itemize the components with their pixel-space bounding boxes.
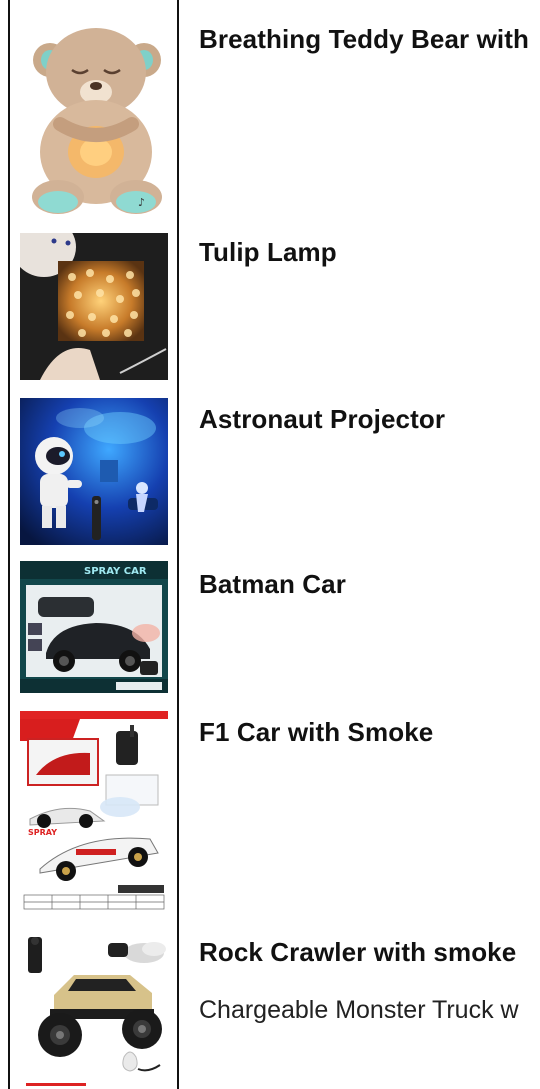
product-row[interactable]: Astronaut Projector xyxy=(0,390,540,555)
f1-car-illustration: SPRAY xyxy=(20,711,168,911)
product-row[interactable]: ♪ Breathing Teddy Bear with xyxy=(0,0,540,225)
product-list-page: ♪ Breathing Teddy Bear with Tulip Lamp A… xyxy=(0,0,540,1089)
product-title[interactable]: Rock Crawler with smoke xyxy=(199,937,516,968)
svg-text:♪: ♪ xyxy=(138,196,145,209)
product-title[interactable]: Batman Car xyxy=(199,569,346,600)
batman-car-illustration: SPRAY CAR xyxy=(20,561,168,693)
spray-car-label: SPRAY CAR xyxy=(84,566,147,577)
product-title[interactable]: F1 Car with Smoke xyxy=(199,717,433,748)
product-title[interactable]: Astronaut Projector xyxy=(199,404,445,435)
teddy-bear-product-image[interactable]: ♪ xyxy=(20,12,168,217)
teddy-bear-illustration: ♪ xyxy=(20,12,168,217)
product-row[interactable]: Rock Crawler with smoke Chargeable Monst… xyxy=(0,925,540,1089)
spray-label: SPRAY xyxy=(28,828,57,837)
product-row[interactable]: Tulip Lamp xyxy=(0,225,540,390)
batman-car-product-image[interactable]: SPRAY CAR xyxy=(20,561,168,693)
tulip-lamp-product-image[interactable] xyxy=(20,233,168,380)
rock-crawler-product-image[interactable] xyxy=(20,933,168,1089)
product-row[interactable]: SPRAY F1 Car with Smoke xyxy=(0,705,540,925)
product-description: Chargeable Monster Truck w xyxy=(199,996,519,1024)
f1-car-product-image[interactable]: SPRAY xyxy=(20,711,168,911)
product-row[interactable]: SPRAY CAR Batman Car xyxy=(0,555,540,705)
astronaut-projector-product-image[interactable] xyxy=(20,398,168,545)
product-title[interactable]: Breathing Teddy Bear with xyxy=(199,24,529,55)
tulip-lamp-illustration xyxy=(20,233,168,380)
product-title[interactable]: Tulip Lamp xyxy=(199,237,337,268)
rock-crawler-illustration xyxy=(20,933,168,1089)
astronaut-projector-illustration xyxy=(20,398,168,545)
